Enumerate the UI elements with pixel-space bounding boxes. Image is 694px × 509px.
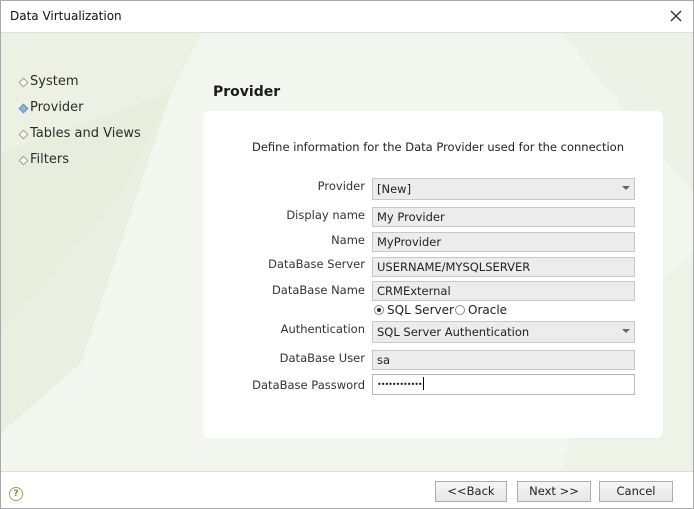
database-server-field[interactable]: USERNAME/MYSQLSERVER <box>372 257 635 277</box>
dialog-footer: ? <<Back Next >> Cancel <box>1 471 693 508</box>
question-circle-icon[interactable]: ? <box>9 487 23 501</box>
authentication-select[interactable]: SQL Server Authentication <box>372 321 635 343</box>
close-icon <box>670 10 682 22</box>
nav-item-label: Filters <box>30 152 69 167</box>
chevron-down-icon <box>622 329 630 333</box>
text-cursor <box>422 377 424 390</box>
close-button[interactable] <box>665 5 687 27</box>
nav-item-label: System <box>30 74 79 89</box>
window-title: Data Virtualization <box>10 9 122 23</box>
name-field[interactable]: MyProvider <box>372 232 635 252</box>
provider-label: Provider <box>317 179 365 193</box>
provider-select[interactable]: [New] <box>372 178 635 200</box>
dialog-window: Data Virtualization System Provider Tabl… <box>0 0 694 509</box>
back-button[interactable]: <<Back <box>435 481 507 502</box>
cancel-button[interactable]: Cancel <box>599 481 673 502</box>
intro-text: Define information for the Data Provider… <box>252 140 625 154</box>
sql-server-radio[interactable] <box>374 305 384 315</box>
page-title: Provider <box>213 84 281 100</box>
database-name-label: DataBase Name <box>271 283 365 297</box>
database-user-label: DataBase User <box>279 351 365 365</box>
authentication-label: Authentication <box>280 322 365 336</box>
nav-item-label: Tables and Views <box>30 126 141 141</box>
display-name-field[interactable]: My Provider <box>372 207 635 227</box>
database-server-label: DataBase Server <box>268 257 365 271</box>
database-password-value: •••••••••••• <box>377 380 423 389</box>
next-button[interactable]: Next >> <box>517 481 591 502</box>
database-password-field[interactable]: •••••••••••• <box>372 374 635 395</box>
wizard-content: System Provider Tables and Views Filters… <box>1 33 693 471</box>
database-password-label: DataBase Password <box>252 378 365 392</box>
chevron-down-icon <box>622 186 630 190</box>
oracle-radio[interactable] <box>455 305 465 315</box>
database-name-field[interactable]: CRMExternal <box>372 281 635 301</box>
authentication-value: SQL Server Authentication <box>377 325 530 339</box>
nav-item-label: Provider <box>30 100 84 115</box>
display-name-label: Display name <box>286 208 365 222</box>
oracle-radio-label[interactable]: Oracle <box>468 303 507 317</box>
name-label: Name <box>331 233 365 247</box>
provider-form-panel: Define information for the Data Provider… <box>203 111 663 438</box>
sql-server-radio-label[interactable]: SQL Server <box>387 303 454 317</box>
database-user-field[interactable]: sa <box>372 350 635 370</box>
provider-value: [New] <box>377 182 412 196</box>
title-bar: Data Virtualization <box>1 1 693 33</box>
